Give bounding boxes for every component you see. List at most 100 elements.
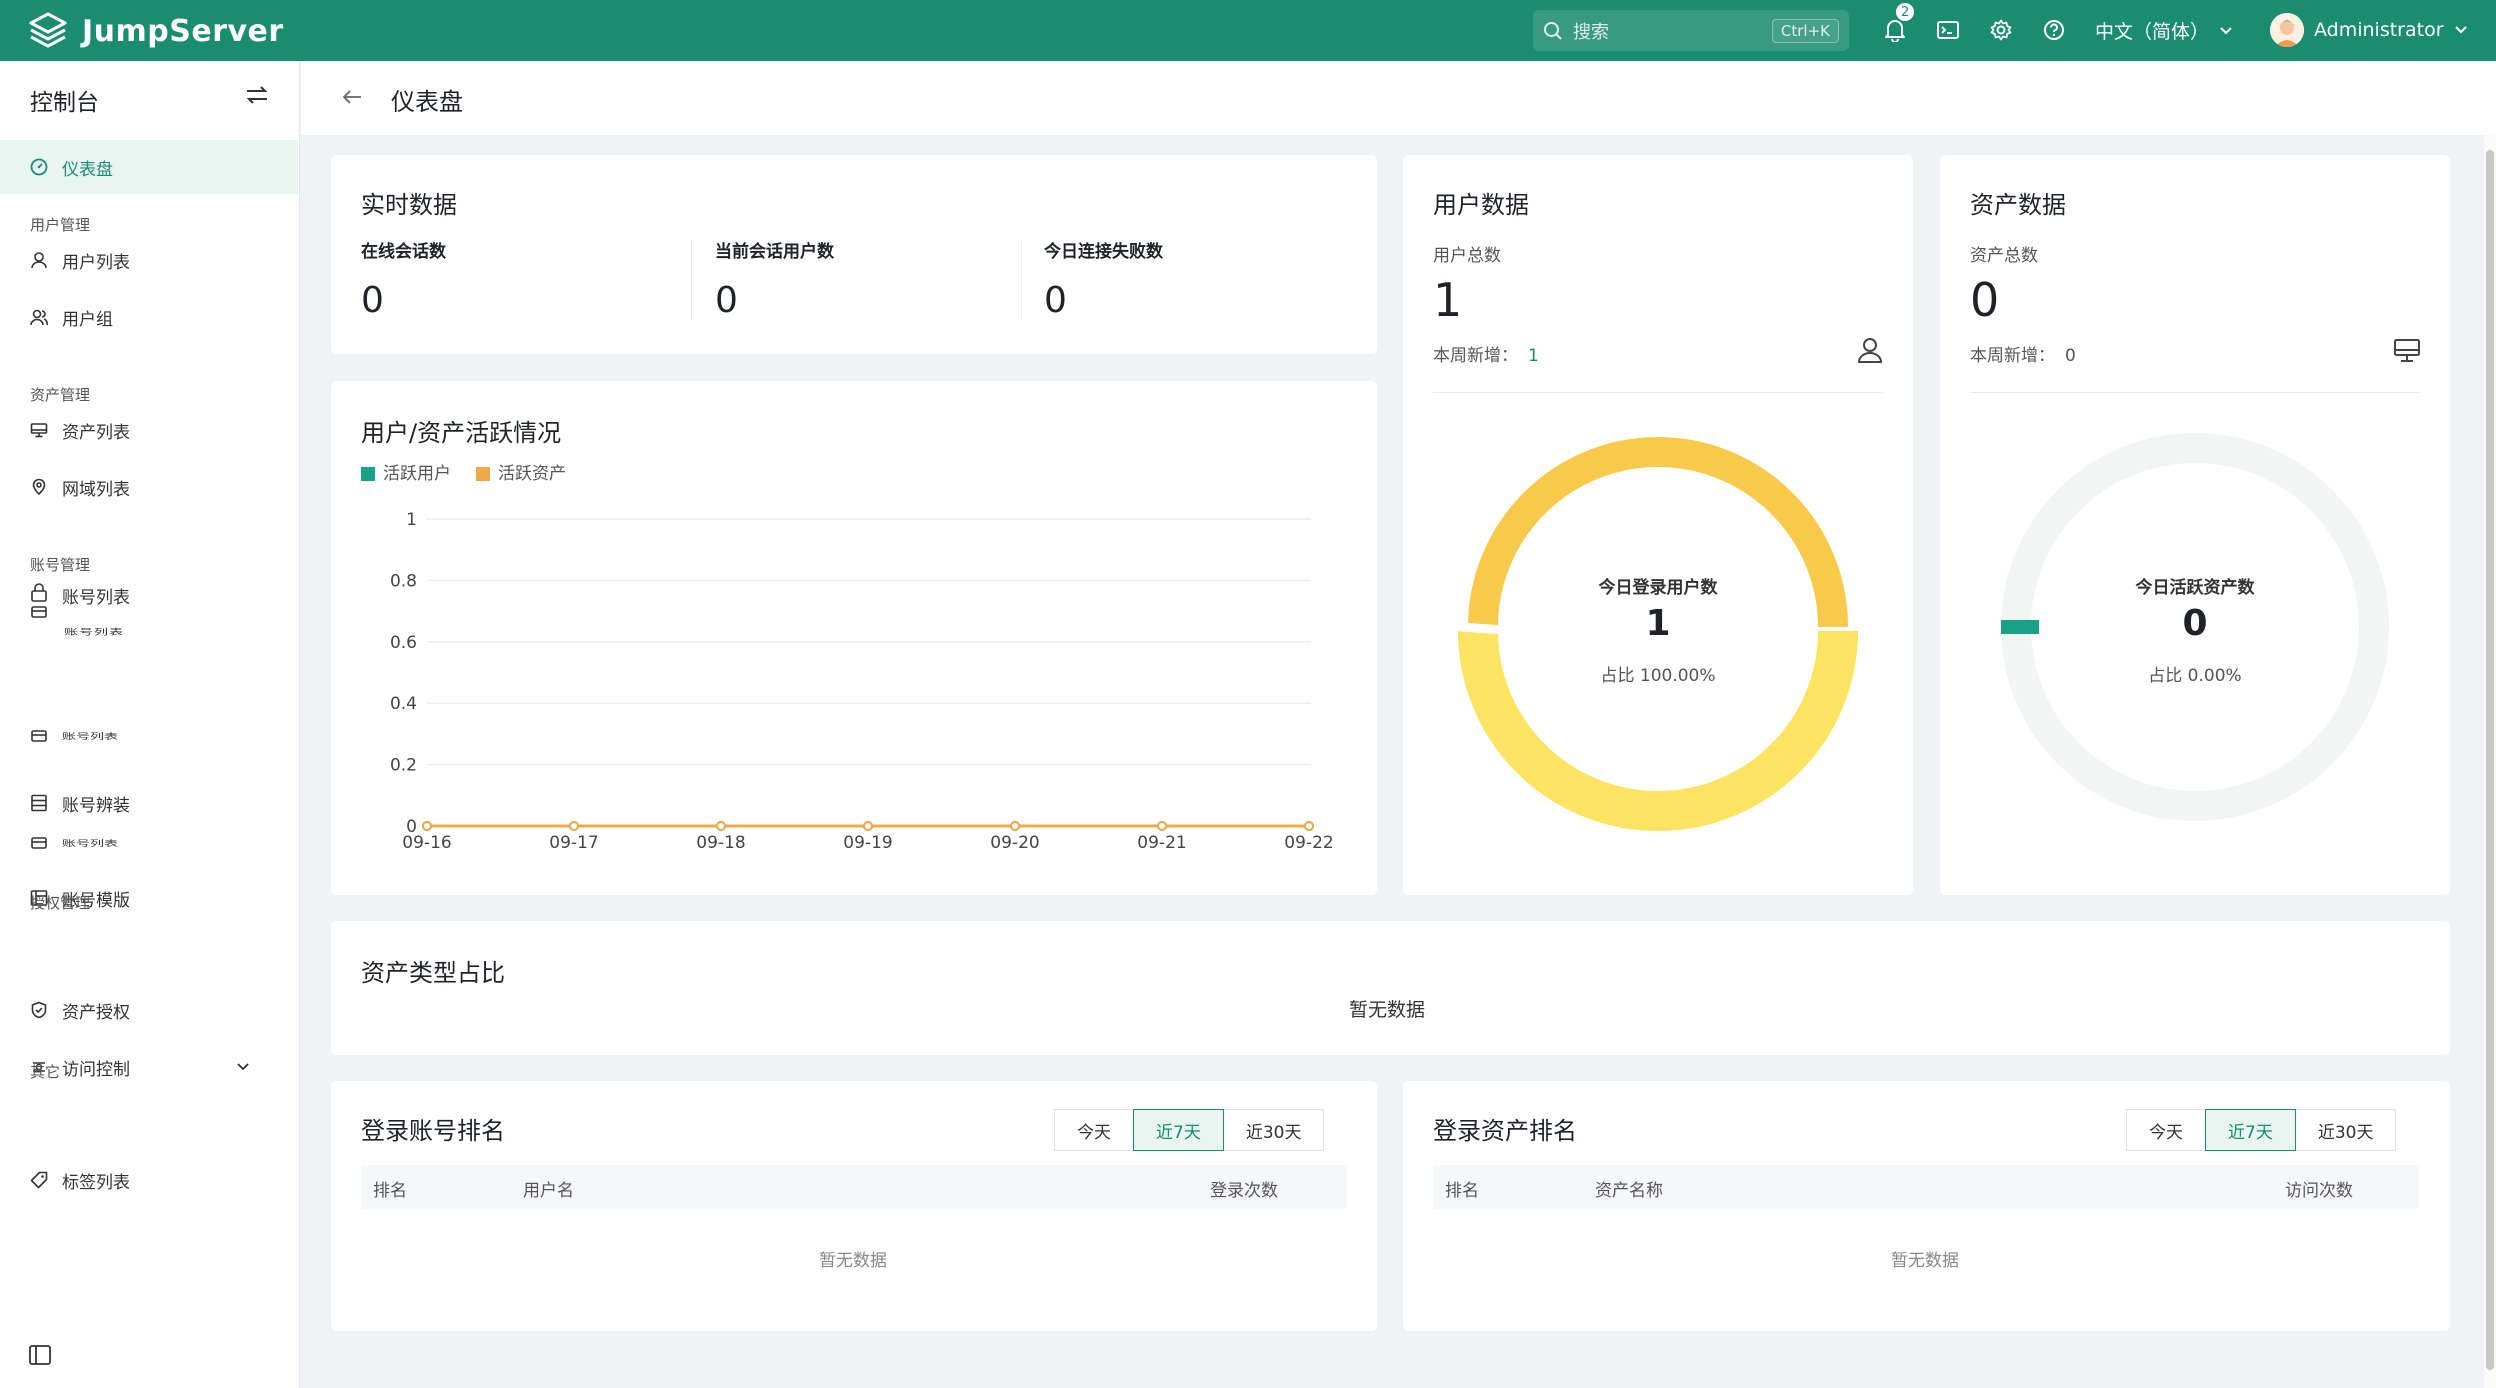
tab-30-days[interactable]: 近30天 [1222, 1109, 1325, 1151]
terminal-icon[interactable] [1935, 17, 1961, 43]
sidebar-item-asset-list[interactable]: 资产列表 [0, 403, 298, 457]
swap-view-icon[interactable] [245, 85, 269, 109]
donut-arc-lower [1458, 630, 1858, 831]
sidebar-item-ghost: 账号列表 [0, 723, 298, 749]
col-rank: 排名 [1445, 1181, 1479, 1201]
sidebar-item-label: 用户列表 [62, 252, 130, 273]
user-donut-label: 今日登录用户数 [1598, 578, 1718, 598]
sidebar-item-asset-permission[interactable]: 资产授权 [0, 983, 298, 1037]
chevron-down-icon [2454, 26, 2467, 34]
asset-week-new: 本周新增： 0 [1970, 341, 2076, 366]
tab-30-days[interactable]: 近30天 [2294, 1109, 2397, 1151]
ghost-text: 账号列表 [62, 839, 118, 848]
col-username: 用户名 [523, 1181, 574, 1201]
settings-gear-icon[interactable] [1988, 17, 2014, 43]
sidebar-item-label: 网域列表 [62, 479, 130, 500]
username: Administrator [2314, 19, 2444, 41]
tag-icon [30, 1171, 48, 1189]
user-donut-ratio: 占比 100.00% [1600, 666, 1716, 686]
col-rank: 排名 [373, 1181, 407, 1201]
login-rank-title: 登录账号排名 [361, 1117, 505, 1145]
tab-7-days[interactable]: 近7天 [1133, 1109, 1224, 1151]
activity-card: 用户/资产活跃情况 活跃用户 活跃资产 0 0.2 0.4 0.6 0.8 1 09-16 09-… [331, 381, 1377, 895]
sidebar-item-label: 用户组 [62, 309, 113, 330]
sidebar-item-account-change[interactable]: 账号辨装 [0, 776, 298, 830]
x-tick-label: 09-20 [990, 833, 1039, 853]
table-empty: 暂无数据 [1891, 1251, 1959, 1271]
tab-today[interactable]: 今天 [2126, 1109, 2206, 1151]
divider [1021, 240, 1022, 320]
lock-icon [31, 583, 47, 618]
data-point[interactable] [1157, 821, 1167, 831]
realtime-card: 实时数据 在线会话数 0 当前会话用户数 0 今日连接失败数 0 [331, 155, 1377, 354]
notification-badge: 2 [1895, 2, 1916, 22]
data-point[interactable] [1304, 821, 1314, 831]
search-shortcut: Ctrl+K [1771, 18, 1839, 43]
table-header: 排名 资产名称 访问次数 [1433, 1165, 2419, 1209]
monitor-icon [2393, 338, 2421, 368]
stack-icon [31, 794, 47, 812]
monitor-icon [30, 423, 48, 438]
failed-connections-value: 0 [1044, 280, 1067, 321]
y-tick-label: 0.8 [390, 571, 417, 591]
sidebar-item-dashboard[interactable]: 仪表盘 [0, 140, 298, 194]
user-icon [1857, 337, 1883, 367]
sidebar-item-label: 标签列表 [62, 1172, 130, 1193]
legend-label[interactable]: 活跃用户 [383, 464, 451, 484]
x-tick-label: 09-17 [549, 833, 598, 853]
sidebar-item-zone-list[interactable]: 网域列表 [0, 460, 298, 514]
data-point[interactable] [716, 821, 726, 831]
tab-7-days[interactable]: 近7天 [2205, 1109, 2296, 1151]
sidebar-item-account-list[interactable]: 账号列表 [0, 569, 298, 618]
sidebar: 控制台 仪表盘 用户管理 用户列表 用户组 资产管理 资产列表 网域列表 账号管… [0, 61, 300, 1388]
donut-arc-upper [1468, 437, 1848, 628]
search-input[interactable]: 搜索 Ctrl+K [1533, 10, 1849, 51]
legend-swatch[interactable] [361, 467, 375, 481]
data-point[interactable] [1010, 821, 1020, 831]
login-rank-card: 登录账号排名 今天 近7天 近30天 排名 用户名 登录次数 暂无数据 [331, 1081, 1377, 1331]
search-icon [1544, 21, 1562, 40]
asset-rank-range-tabs: 今天 近7天 近30天 [2126, 1109, 2397, 1151]
sidebar-item-user-group[interactable]: 用户组 [0, 290, 298, 344]
realtime-title: 实时数据 [361, 191, 457, 219]
online-sessions-label: 在线会话数 [361, 242, 446, 262]
user-icon [31, 252, 47, 269]
user-total-value: 1 [1433, 273, 1463, 327]
online-sessions-stat: 在线会话数 0 [361, 237, 446, 321]
language-select[interactable]: 中文（简体） [2095, 17, 2233, 44]
brand-name: JumpServer [82, 13, 284, 49]
user-week-new: 本周新增： 1 [1433, 341, 1539, 366]
failed-connections-label: 今日连接失败数 [1044, 242, 1163, 262]
sidebar-item-tag-list[interactable]: 标签列表 [0, 1153, 298, 1207]
sidebar-group-user: 用户管理 [30, 216, 91, 234]
divider [1433, 392, 1883, 393]
tab-today[interactable]: 今天 [1054, 1109, 1134, 1151]
page-header: 仪表盘 [301, 61, 2496, 135]
online-sessions-value: 0 [361, 280, 384, 321]
asset-donut-ratio: 占比 0.00% [2148, 666, 2242, 686]
ghost-text: 账号列表 [62, 732, 118, 741]
sidebar-item-user-list[interactable]: 用户列表 [0, 233, 298, 287]
back-arrow-icon[interactable] [341, 89, 363, 109]
language-label: 中文（简体） [2095, 21, 2210, 43]
sidebar-item-label: 仪表盘 [62, 159, 113, 180]
help-icon[interactable] [2041, 17, 2067, 43]
current-users-stat: 当前会话用户数 0 [715, 237, 834, 321]
top-bar: JumpServer 搜索 Ctrl+K 2 中文（简体） Administra… [0, 0, 2496, 61]
data-point[interactable] [863, 821, 873, 831]
x-tick-label: 09-16 [402, 833, 451, 853]
legend-swatch[interactable] [476, 467, 490, 481]
logo[interactable]: JumpServer [28, 12, 284, 50]
data-point[interactable] [422, 821, 432, 831]
legend-label[interactable]: 活跃资产 [498, 464, 566, 484]
asset-data-title: 资产数据 [1970, 191, 2066, 219]
data-point[interactable] [569, 821, 579, 831]
scrollbar-thumb[interactable] [2486, 150, 2494, 1370]
user-data-card: 用户数据 用户总数 1 本周新增： 1 今日登录用户数 1 占比 100.00% [1403, 155, 1913, 895]
user-group-icon [30, 309, 48, 326]
page-title: 仪表盘 [391, 88, 463, 116]
x-tick-label: 09-21 [1137, 833, 1186, 853]
sidebar-group-other: 其它 [30, 1063, 61, 1081]
user-menu[interactable]: Administrator [2270, 13, 2468, 47]
sidebar-collapse-icon[interactable] [28, 1344, 52, 1370]
